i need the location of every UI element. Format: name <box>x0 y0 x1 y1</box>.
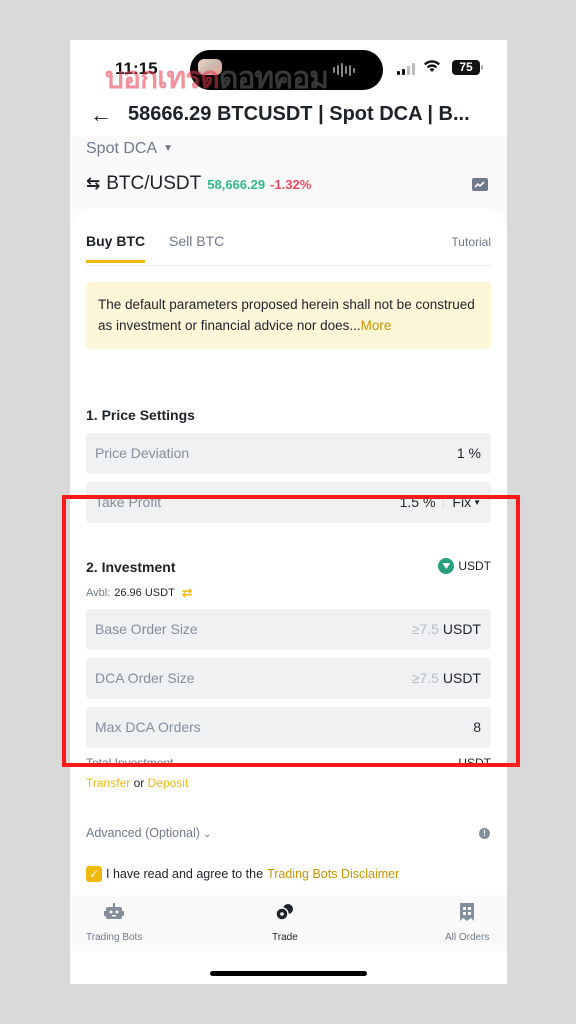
chevron-down-icon: ⌄ <box>202 829 212 840</box>
take-profit-label: Take Profit <box>95 494 162 510</box>
dca-order-size-placeholder: ≥7.5 <box>411 670 439 686</box>
dca-order-size-value: ≥7.5 USDT <box>412 670 481 686</box>
investment-coin[interactable]: USDT <box>438 558 491 574</box>
total-investment-label: Total Investment <box>86 756 174 770</box>
max-dca-orders-field[interactable]: Max DCA Orders 8 <box>86 707 491 748</box>
audio-wave-icon <box>333 63 355 77</box>
notice-more-link[interactable]: More <box>361 318 392 333</box>
base-order-size-label: Base Order Size <box>95 621 198 637</box>
nav-bar: ← 58666.29 BTCUSDT | Spot DCA | B... <box>70 96 507 136</box>
funding-links: Transfer or Deposit <box>86 776 188 790</box>
divider <box>443 495 445 509</box>
take-profit-value[interactable]: 1.5 % <box>400 494 436 510</box>
base-order-size-field[interactable]: Base Order Size ≥7.5 USDT <box>86 609 491 650</box>
advanced-label: Advanced (Optional) <box>86 826 200 840</box>
transfer-link[interactable]: Transfer <box>86 776 130 790</box>
pair-change: -1.32% <box>270 177 312 192</box>
pair-price: 58,666.29 <box>207 177 266 192</box>
pair-selector[interactable]: ⇆ BTC/USDT 58,666.29 -1.32% <box>86 173 311 195</box>
tutorial-link[interactable]: Tutorial <box>451 235 491 249</box>
bot-form-card: Buy BTC Sell BTC Tutorial The default pa… <box>70 208 507 936</box>
caret-down-icon: ▼ <box>163 143 174 154</box>
max-dca-orders-value[interactable]: 8 <box>473 719 481 735</box>
take-profit-field[interactable]: Take Profit 1.5 % Fix ▼ <box>86 482 491 523</box>
disclaimer-notice: The default parameters proposed herein s… <box>86 282 491 349</box>
watermark: บอกเทรดดอทคอม <box>105 55 329 102</box>
trade-icon <box>272 903 298 924</box>
price-settings-title: 1. Price Settings <box>86 407 195 423</box>
take-profit-value-group: 1.5 % Fix ▼ <box>400 494 481 510</box>
base-order-size-unit: USDT <box>442 621 481 637</box>
disclaimer-link[interactable]: Trading Bots Disclaimer <box>267 867 399 881</box>
chart-icon[interactable] <box>472 178 488 191</box>
take-profit-mode-dropdown[interactable]: Fix ▼ <box>452 494 481 510</box>
transfer-arrows-icon[interactable]: ⇄ <box>182 585 193 601</box>
usdt-coin-icon <box>438 558 455 574</box>
battery-icon: 75 <box>452 60 483 75</box>
home-indicator-area <box>70 951 507 984</box>
nav-trading-bots[interactable]: Trading Bots <box>86 903 142 943</box>
dca-order-size-field[interactable]: DCA Order Size ≥7.5 USDT <box>86 658 491 699</box>
nav-trade-label: Trade <box>272 932 298 943</box>
strategy-mode-dropdown[interactable]: Spot DCA ▼ <box>86 140 173 158</box>
agree-checkbox[interactable]: ✓ <box>86 866 102 882</box>
price-deviation-label: Price Deviation <box>95 445 190 461</box>
page-title: 58666.29 BTCUSDT | Spot DCA | B... <box>128 103 470 125</box>
back-arrow-icon[interactable]: ← <box>90 102 112 128</box>
pair-symbol: BTC/USDT <box>106 173 202 194</box>
nav-all-orders[interactable]: All Orders <box>445 903 489 943</box>
available-balance: Avbl: 26.96 USDT ⇄ <box>86 585 193 601</box>
price-deviation-value[interactable]: 1 % <box>457 445 481 461</box>
watermark-gray: ดอทคอม <box>218 62 329 95</box>
swap-arrows-icon: ⇆ <box>86 174 101 193</box>
notice-text: The default parameters proposed herein s… <box>98 297 475 333</box>
avbl-label: Avbl: <box>86 587 111 599</box>
take-profit-mode: Fix <box>452 494 472 510</box>
max-dca-orders-label: Max DCA Orders <box>95 719 201 735</box>
dca-order-size-label: DCA Order Size <box>95 670 195 686</box>
caret-down-icon: ▼ <box>473 498 481 507</box>
phone-screen: 11:15 75 บอกเทรดดอทคอม ← 58666.29 BTCUSD… <box>70 40 507 984</box>
tab-buy-btc[interactable]: Buy BTC <box>86 233 146 263</box>
base-order-size-placeholder: ≥7.5 <box>411 621 439 637</box>
avbl-value: 26.96 USDT <box>114 587 175 599</box>
orders-icon <box>445 903 489 924</box>
cellular-signal-icon <box>397 63 415 75</box>
investment-coin-label: USDT <box>458 559 491 573</box>
deposit-link[interactable]: Deposit <box>148 776 189 790</box>
total-investment-value: -- USDT <box>447 756 491 770</box>
side-tabs: Buy BTC Sell BTC Tutorial <box>86 233 491 266</box>
info-icon[interactable]: ! <box>479 828 490 839</box>
nav-trading-bots-label: Trading Bots <box>86 932 143 943</box>
price-deviation-field[interactable]: Price Deviation 1 % <box>86 433 491 474</box>
bottom-nav: Trading Bots Trade All Orders <box>70 895 507 951</box>
wifi-icon <box>423 59 441 78</box>
total-investment: Total Investment -- USDT <box>86 756 491 770</box>
base-order-size-value: ≥7.5 USDT <box>412 621 481 637</box>
tab-sell-btc[interactable]: Sell BTC <box>169 233 224 249</box>
agree-text: I have read and agree to the <box>106 867 264 881</box>
disclaimer-agreement: ✓ I have read and agree to the Trading B… <box>86 866 399 882</box>
advanced-toggle[interactable]: Advanced (Optional) ⌄ <box>86 826 211 840</box>
strategy-mode-label: Spot DCA <box>86 140 158 157</box>
watermark-red: บอกเทรด <box>105 62 220 95</box>
home-indicator[interactable] <box>210 971 367 976</box>
nav-all-orders-label: All Orders <box>445 932 490 943</box>
investment-title: 2. Investment <box>86 559 176 575</box>
or-text: or <box>133 776 145 790</box>
robot-icon <box>86 903 142 924</box>
nav-trade[interactable]: Trade <box>272 903 298 943</box>
dca-order-size-unit: USDT <box>442 670 481 686</box>
